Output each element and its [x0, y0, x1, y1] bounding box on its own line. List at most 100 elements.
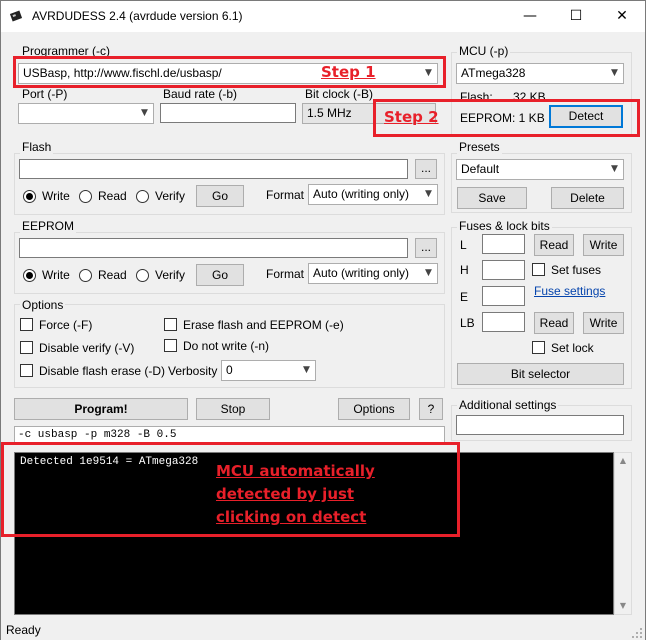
chevron-down-icon: ▼ — [303, 365, 310, 375]
chevron-down-icon: ▼ — [425, 268, 432, 278]
disable-verify-checkbox[interactable] — [20, 341, 33, 354]
detect-note-line3: clicking on detect — [216, 508, 367, 526]
program-button[interactable]: Program! — [14, 398, 188, 420]
mcu-value: ATmega328 — [461, 66, 526, 80]
additional-settings-label: Additional settings — [457, 398, 559, 412]
lock-bits-input[interactable] — [482, 312, 525, 332]
eeprom-read-radio[interactable] — [79, 269, 92, 282]
eeprom-verify-radio[interactable] — [136, 269, 149, 282]
port-select[interactable]: ▼ — [18, 103, 154, 124]
chevron-down-icon: ▼ — [425, 189, 432, 199]
force-checkbox[interactable] — [20, 318, 33, 331]
eeprom-format-label: Format — [266, 267, 305, 281]
chevron-down-icon: ▼ — [611, 68, 618, 78]
detect-note-line2: detected by just — [216, 485, 355, 503]
bit-selector-button[interactable]: Bit selector — [457, 363, 624, 385]
options-button[interactable]: Options — [338, 398, 410, 420]
fuse-l-input[interactable] — [482, 234, 525, 254]
eeprom-format-select[interactable]: Auto (writing only) ▼ — [308, 263, 438, 284]
bit-clock-value: 1.5 MHz — [307, 106, 352, 120]
erase-flash-eeprom-label: Erase flash and EEPROM (-e) — [183, 318, 344, 332]
mcu-select[interactable]: ATmega328 ▼ — [456, 63, 624, 84]
flash-verify-label: Verify — [155, 189, 186, 203]
eeprom-format-value: Auto (writing only) — [313, 266, 410, 280]
fuse-h-input[interactable] — [482, 260, 525, 280]
presets-select[interactable]: Default ▼ — [456, 159, 624, 180]
do-not-write-label: Do not write (-n) — [183, 339, 270, 353]
close-button[interactable]: ✕ — [599, 1, 645, 32]
eeprom-browse-button[interactable]: ... — [415, 238, 437, 258]
eeprom-write-radio[interactable] — [23, 269, 36, 282]
chevron-down-icon: ▼ — [611, 164, 618, 174]
disable-verify-label: Disable verify (-V) — [39, 341, 135, 355]
disable-flash-erase-checkbox[interactable] — [20, 364, 33, 377]
flash-group-label: Flash — [20, 140, 54, 154]
flash-write-label: Write — [42, 189, 70, 203]
erase-flash-eeprom-checkbox[interactable] — [164, 318, 177, 331]
flash-file-input[interactable] — [19, 159, 408, 179]
flash-format-select[interactable]: Auto (writing only) ▼ — [308, 184, 438, 205]
console-scrollbar[interactable]: ▲ ▼ — [614, 452, 632, 615]
fuse-l-label: L — [460, 238, 467, 252]
options-group-label: Options — [20, 298, 66, 312]
status-text: Ready — [6, 623, 41, 637]
fuse-h-label: H — [460, 263, 469, 277]
title-bar: AVRDUDESS 2.4 (avrdude version 6.1) — ☐ … — [1, 1, 645, 32]
lock-bits-label: LB — [460, 316, 475, 330]
fuse-settings-link[interactable]: Fuse settings — [534, 284, 605, 298]
scroll-up-icon[interactable]: ▲ — [615, 453, 631, 469]
minimize-button[interactable]: — — [507, 1, 553, 32]
app-icon — [9, 10, 23, 22]
flash-read-radio[interactable] — [79, 190, 92, 203]
help-button[interactable]: ? — [419, 398, 443, 420]
baud-rate-label: Baud rate (-b) — [163, 87, 238, 101]
window-title: AVRDUDESS 2.4 (avrdude version 6.1) — [32, 9, 243, 23]
set-lock-label: Set lock — [551, 341, 594, 355]
preset-delete-button[interactable]: Delete — [551, 187, 624, 209]
step1-highlight-box — [13, 56, 446, 88]
eeprom-file-input[interactable] — [19, 238, 408, 258]
set-fuses-checkbox[interactable] — [532, 263, 545, 276]
scroll-down-icon[interactable]: ▼ — [615, 598, 631, 614]
stop-button[interactable]: Stop — [196, 398, 270, 420]
additional-settings-input[interactable] — [456, 415, 624, 435]
status-bar: Ready — [1, 619, 645, 640]
force-label: Force (-F) — [39, 318, 93, 332]
flash-read-label: Read — [98, 189, 127, 203]
resize-grip-icon[interactable] — [631, 627, 643, 639]
fuses-group-label: Fuses & lock bits — [457, 219, 552, 233]
preset-save-button[interactable]: Save — [457, 187, 527, 209]
eeprom-verify-label: Verify — [155, 268, 186, 282]
detect-note-line1: MCU automatically — [216, 462, 375, 480]
flash-format-label: Format — [266, 188, 305, 202]
eeprom-write-label: Write — [42, 268, 70, 282]
eeprom-go-button[interactable]: Go — [196, 264, 244, 286]
fuse-e-label: E — [460, 290, 469, 304]
flash-verify-radio[interactable] — [136, 190, 149, 203]
step1-annotation: Step 1 — [321, 63, 376, 81]
maximize-button[interactable]: ☐ — [553, 1, 599, 32]
fuse-l-write-button[interactable]: Write — [583, 234, 624, 256]
bit-clock-label: Bit clock (-B) — [305, 87, 374, 101]
baud-rate-input[interactable] — [160, 103, 296, 123]
chevron-down-icon: ▼ — [141, 108, 148, 118]
presets-value: Default — [461, 162, 500, 176]
verbosity-select[interactable]: 0 ▼ — [221, 360, 316, 381]
eeprom-group-label: EEPROM — [20, 219, 77, 233]
verbosity-label: Verbosity — [168, 364, 218, 378]
lock-write-button[interactable]: Write — [583, 312, 624, 334]
eeprom-read-label: Read — [98, 268, 127, 282]
step2-annotation: Step 2 — [384, 108, 439, 126]
fuse-e-input[interactable] — [482, 286, 525, 306]
lock-read-button[interactable]: Read — [534, 312, 574, 334]
set-lock-checkbox[interactable] — [532, 341, 545, 354]
fuse-l-read-button[interactable]: Read — [534, 234, 574, 256]
flash-write-radio[interactable] — [23, 190, 36, 203]
flash-format-value: Auto (writing only) — [313, 187, 410, 201]
flash-go-button[interactable]: Go — [196, 185, 244, 207]
do-not-write-checkbox[interactable] — [164, 339, 177, 352]
port-label: Port (-P) — [22, 87, 68, 101]
flash-browse-button[interactable]: ... — [415, 159, 437, 179]
presets-group-label: Presets — [457, 140, 502, 154]
disable-flash-erase-label: Disable flash erase (-D) — [39, 364, 166, 378]
